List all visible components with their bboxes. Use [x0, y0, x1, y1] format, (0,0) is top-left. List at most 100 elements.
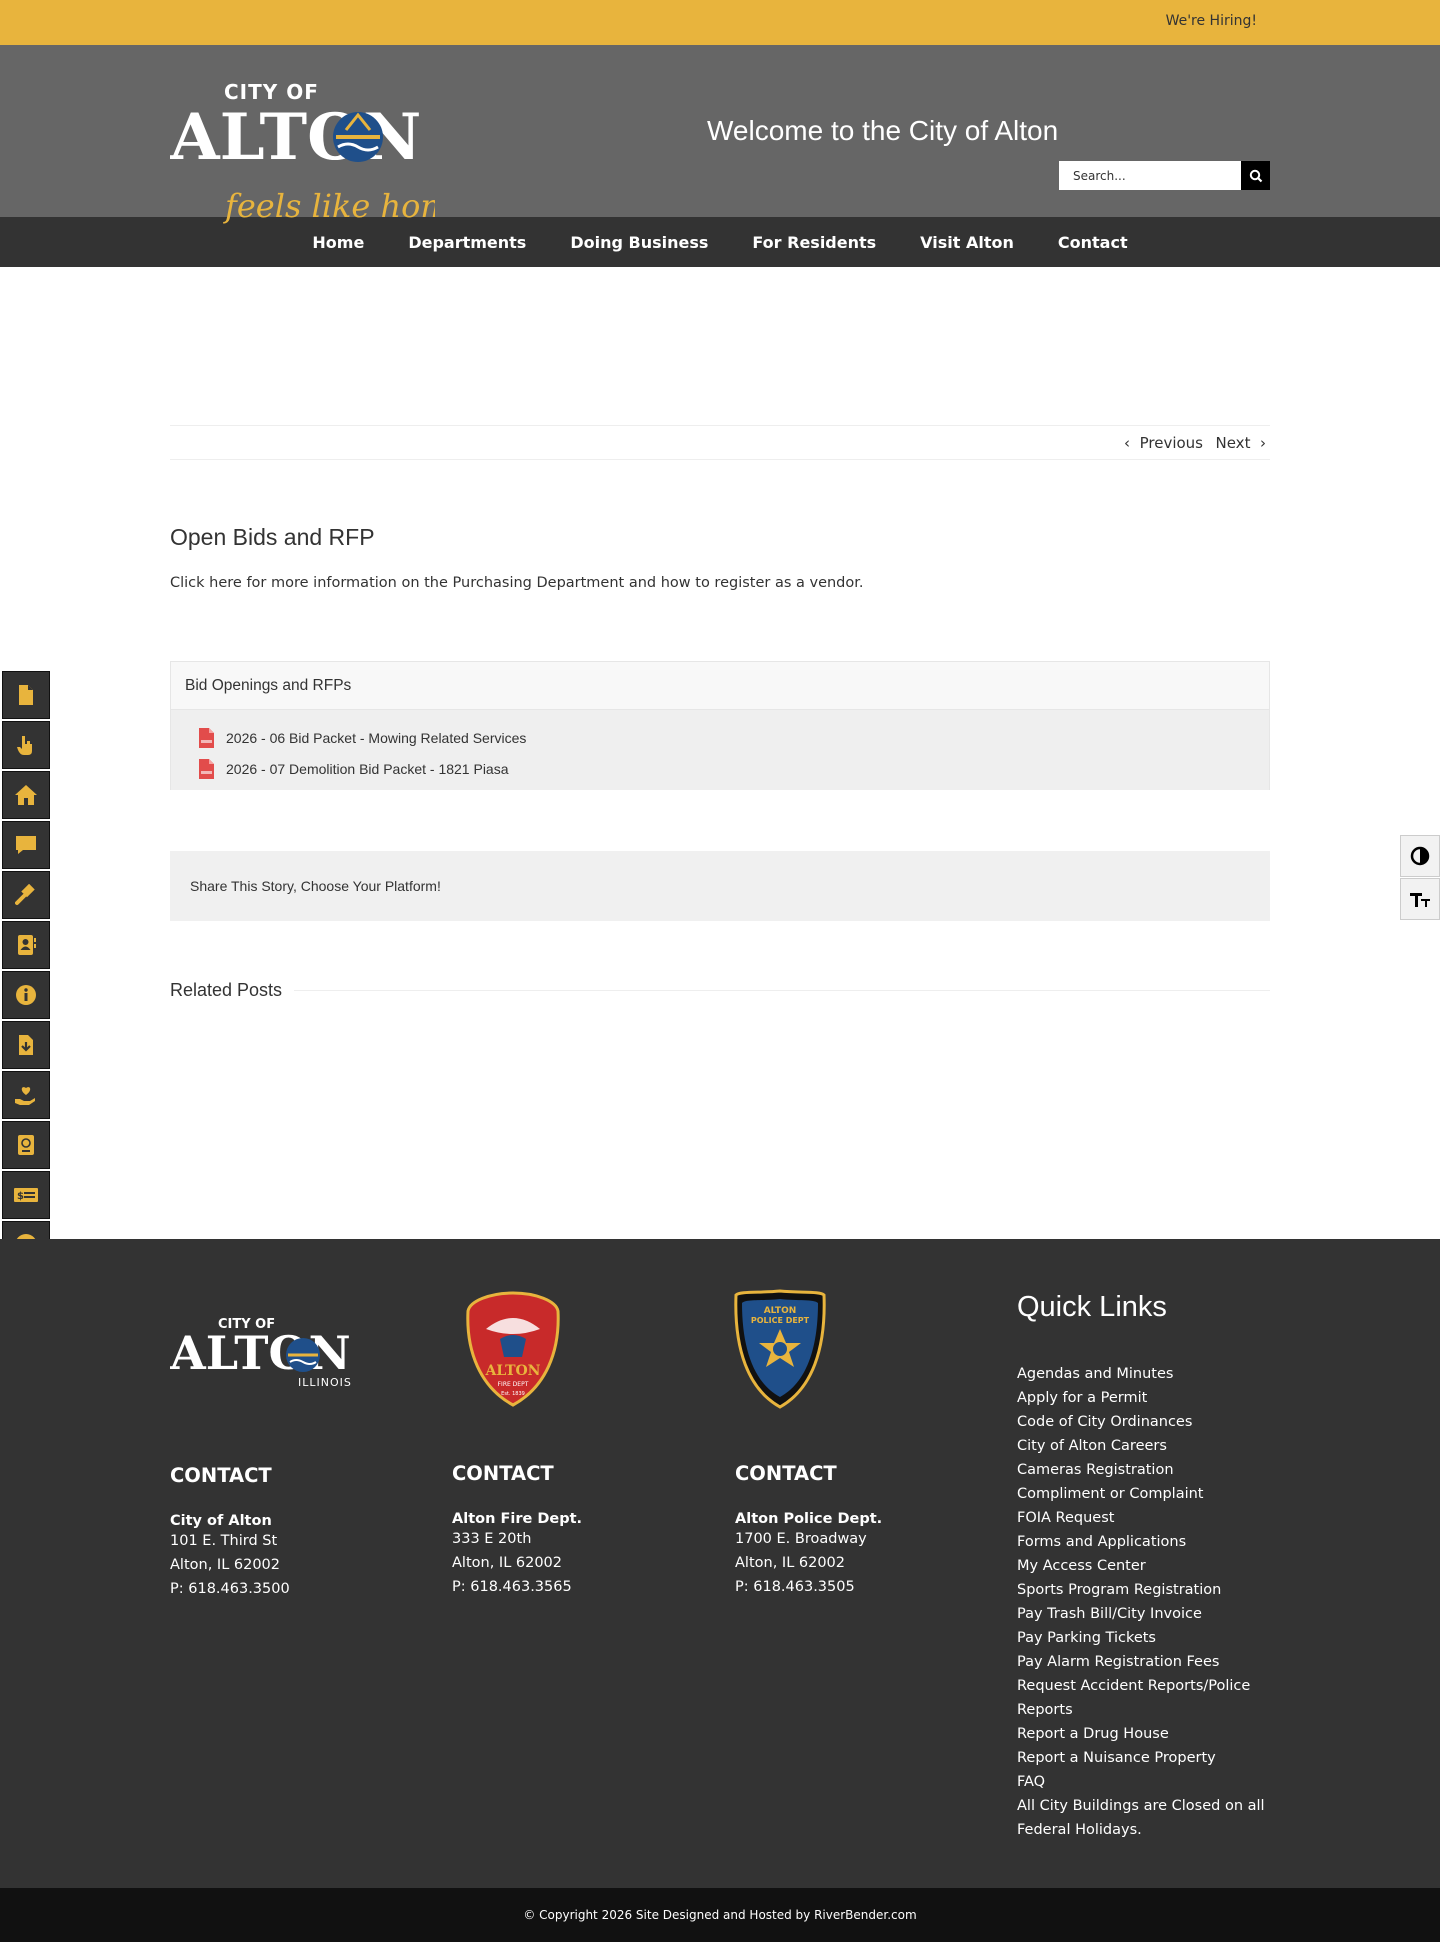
search-icon — [1249, 169, 1262, 182]
quick-link-item[interactable]: City of Alton Careers — [1017, 1434, 1277, 1458]
quick-link-item[interactable]: My Access Center — [1017, 1554, 1277, 1578]
nav-doing-business[interactable]: Doing Business — [548, 233, 730, 252]
sidebar-tab-contacts[interactable] — [2, 921, 50, 969]
comment-icon — [16, 836, 36, 854]
contrast-toggle-button[interactable] — [1400, 835, 1440, 877]
quick-link-item[interactable]: Code of City Ordinances — [1017, 1410, 1277, 1434]
sidebar-tab-download[interactable] — [2, 1021, 50, 1069]
heart-hand-icon — [15, 1087, 35, 1105]
contact-phone[interactable]: P: 618.463.3500 — [170, 1577, 290, 1601]
quick-link[interactable]: Report a Nuisance Property — [1017, 1750, 1216, 1766]
related-posts-heading: Related Posts — [170, 978, 1270, 1002]
quick-link[interactable]: My Access Center — [1017, 1558, 1146, 1574]
quick-link-item[interactable]: Pay Parking Tickets — [1017, 1626, 1277, 1650]
contact-book-icon — [18, 935, 36, 955]
next-link[interactable]: Next › — [1216, 434, 1267, 452]
quick-link[interactable]: Sports Program Registration — [1017, 1582, 1221, 1598]
sidebar-tab-gavel[interactable] — [2, 871, 50, 919]
quick-link-item[interactable]: Agendas and Minutes — [1017, 1362, 1277, 1386]
search-form — [1059, 161, 1270, 190]
quick-link-item[interactable]: Apply for a Permit — [1017, 1386, 1277, 1410]
purchasing-info-link[interactable]: Click here for more information on the P… — [170, 575, 864, 591]
quick-link[interactable]: Forms and Applications — [1017, 1534, 1186, 1550]
sidebar-tab-payments[interactable]: $ — [2, 1171, 50, 1219]
fire-badge-subtext: FIRE DEPT — [498, 1381, 529, 1388]
gavel-icon — [15, 884, 35, 905]
quick-link[interactable]: Pay Alarm Registration Fees — [1017, 1654, 1219, 1670]
quick-link-item[interactable]: Forms and Applications — [1017, 1530, 1277, 1554]
quick-link[interactable]: FOIA Request — [1017, 1510, 1114, 1526]
quick-link-item[interactable]: Compliment or Complaint — [1017, 1482, 1277, 1506]
accessibility-tools — [1400, 835, 1440, 921]
bid-link[interactable]: 2026 - 07 Demolition Bid Packet - 1821 P… — [226, 761, 509, 777]
bid-item[interactable]: 2026 - 06 Bid Packet - Mowing Related Se… — [199, 722, 1269, 753]
hiring-link[interactable]: We're Hiring! — [1166, 13, 1257, 29]
fire-dept-badge[interactable]: ALTON FIRE DEPT Est. 1839 — [466, 1291, 560, 1411]
search-button[interactable] — [1241, 161, 1270, 190]
home-icon — [15, 785, 37, 805]
quick-link-item[interactable]: Pay Alarm Registration Fees — [1017, 1650, 1277, 1674]
next-label: Next — [1215, 434, 1251, 452]
hand-icon — [17, 736, 32, 755]
quick-link[interactable]: Pay Parking Tickets — [1017, 1630, 1156, 1646]
quick-link[interactable]: Apply for a Permit — [1017, 1390, 1147, 1406]
footer-contact-city: CONTACT City of Alton 101 E. Third St Al… — [170, 1464, 290, 1601]
police-badge-text: ALTON — [764, 1306, 797, 1316]
quick-link[interactable]: Agendas and Minutes — [1017, 1366, 1173, 1382]
quick-link[interactable]: Pay Trash Bill/City Invoice — [1017, 1606, 1202, 1622]
contact-address-line2: Alton, IL 62002 — [170, 1557, 281, 1573]
search-input[interactable] — [1059, 161, 1241, 190]
nav-visit-alton[interactable]: Visit Alton — [898, 233, 1036, 252]
chevron-left-icon: ‹ — [1124, 434, 1140, 452]
footer-contact-fire: CONTACT Alton Fire Dept. 333 E 20th Alto… — [452, 1462, 582, 1599]
police-dept-badge[interactable]: ALTON POLICE DEPT — [734, 1289, 826, 1413]
city-logo[interactable]: CITY OF ALTON feels like home — [169, 75, 470, 239]
bid-item[interactable]: 2026 - 07 Demolition Bid Packet - 1821 P… — [199, 753, 1269, 784]
text-size-icon — [1410, 893, 1430, 907]
site-header: CITY OF ALTON feels like home Welcome to… — [0, 45, 1440, 225]
share-box: Share This Story, Choose Your Platform! — [170, 851, 1270, 921]
quick-link-item[interactable]: Report a Drug House — [1017, 1722, 1277, 1746]
footer-city-logo[interactable]: CITY OF ALTON ILLINOIS — [169, 1315, 370, 1394]
quick-link[interactable]: FAQ — [1017, 1774, 1045, 1790]
nav-contact[interactable]: Contact — [1036, 233, 1150, 252]
quick-links-list: Agendas and Minutes Apply for a Permit C… — [1017, 1362, 1277, 1842]
quick-link[interactable]: Report a Drug House — [1017, 1726, 1169, 1742]
sidebar-tab-comment[interactable] — [2, 821, 50, 869]
quick-link[interactable]: Request Accident Reports/Police Reports — [1017, 1678, 1250, 1718]
quick-link[interactable]: Cameras Registration — [1017, 1462, 1174, 1478]
bid-link[interactable]: 2026 - 06 Bid Packet - Mowing Related Se… — [226, 730, 526, 746]
quick-link-item[interactable]: FOIA Request — [1017, 1506, 1277, 1530]
sidebar-tab-info[interactable] — [2, 971, 50, 1019]
contact-phone[interactable]: P: 618.463.3565 — [452, 1575, 582, 1599]
quick-link[interactable]: City of Alton Careers — [1017, 1438, 1167, 1454]
quick-links-title: Quick Links — [1017, 1291, 1167, 1323]
quick-link-item[interactable]: Cameras Registration — [1017, 1458, 1277, 1482]
quick-link-item[interactable]: FAQ — [1017, 1770, 1277, 1794]
quick-link-item[interactable]: Request Accident Reports/Police Reports — [1017, 1674, 1277, 1722]
contact-phone[interactable]: P: 618.463.3505 — [735, 1575, 882, 1599]
fire-badge-est: Est. 1839 — [501, 1391, 525, 1397]
police-badge-subtext: POLICE DEPT — [751, 1316, 810, 1325]
contact-name: Alton Fire Dept. — [452, 1511, 583, 1527]
bids-panel: Bid Openings and RFPs 2026 - 06 Bid Pack… — [170, 661, 1270, 790]
quick-link[interactable]: Code of City Ordinances — [1017, 1414, 1192, 1430]
sidebar-tab-hand[interactable] — [2, 721, 50, 769]
quick-link[interactable]: Compliment or Complaint — [1017, 1486, 1204, 1502]
contact-address-line2: Alton, IL 62002 — [452, 1555, 563, 1571]
contact-heading: CONTACT — [452, 1462, 554, 1485]
sidebar-tab-passport[interactable] — [2, 1121, 50, 1169]
footer-logo-sub-text: ILLINOIS — [298, 1376, 352, 1389]
quick-link-item[interactable]: Sports Program Registration — [1017, 1578, 1277, 1602]
related-posts-title: Related Posts — [170, 979, 283, 1000]
text-size-button[interactable] — [1400, 878, 1440, 920]
sidebar-tab-donate[interactable] — [2, 1071, 50, 1119]
nav-for-residents[interactable]: For Residents — [730, 233, 898, 252]
sidebar-tab-document[interactable] — [2, 671, 50, 719]
previous-link[interactable]: ‹ Previous — [1124, 434, 1203, 452]
quick-link-item[interactable]: Report a Nuisance Property — [1017, 1746, 1277, 1770]
quick-link-item[interactable]: Pay Trash Bill/City Invoice — [1017, 1602, 1277, 1626]
svg-text:$: $ — [17, 1191, 24, 1202]
contact-address-line1: 1700 E. Broadway — [735, 1531, 867, 1547]
sidebar-tab-home[interactable] — [2, 771, 50, 819]
